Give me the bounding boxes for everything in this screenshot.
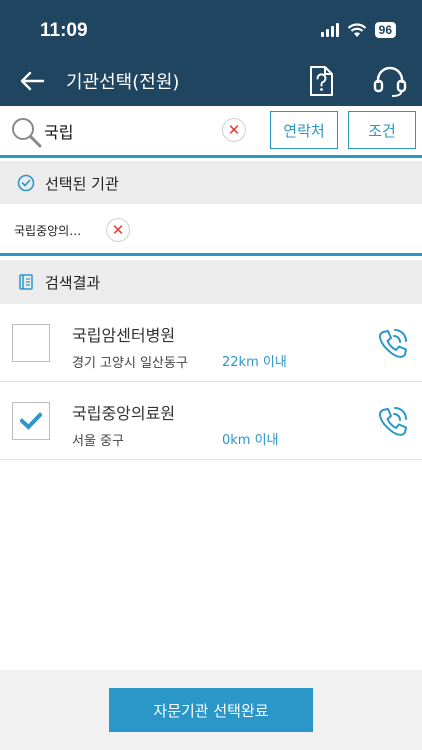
page-title: 기관선택(전원)	[66, 72, 180, 93]
result-address: 서울 중구	[72, 434, 124, 449]
document-list-icon	[17, 273, 35, 291]
result-checkbox[interactable]	[12, 402, 50, 440]
search-input[interactable]	[44, 116, 214, 146]
status-icons: 96	[320, 22, 396, 38]
support-button[interactable]	[372, 64, 408, 98]
close-icon: ✕	[222, 118, 246, 142]
remove-selected-button[interactable]: ✕	[106, 218, 130, 242]
back-button[interactable]	[14, 64, 50, 98]
selected-section-header: 선택된 기관	[0, 161, 422, 205]
help-button[interactable]	[306, 65, 336, 97]
back-arrow-icon	[20, 71, 45, 91]
checkmark-icon	[20, 412, 42, 430]
search-icon	[12, 118, 42, 148]
headset-icon	[373, 66, 407, 97]
selected-list: 국립중앙의… ✕	[0, 204, 422, 256]
submit-selection-button[interactable]: 자문기관 선택완료	[109, 688, 313, 732]
wifi-icon	[347, 22, 366, 37]
call-button[interactable]	[374, 404, 410, 440]
results-section-label: 검색결과	[45, 273, 101, 292]
clear-search-button[interactable]: ✕	[222, 118, 246, 142]
result-distance: 0km 이내	[222, 433, 279, 448]
search-bar: 연락처 조건	[0, 106, 422, 158]
battery-indicator: 96	[374, 22, 396, 38]
results-section-header: 검색결과	[0, 260, 422, 304]
result-address: 경기 고양시 일산동구	[72, 356, 188, 371]
call-button[interactable]	[374, 326, 410, 362]
condition-button[interactable]: 조건	[348, 111, 416, 149]
result-item[interactable]: 국립암센터병원 경기 고양시 일산동구 22km 이내	[0, 304, 422, 382]
phone-icon	[378, 329, 407, 358]
result-checkbox[interactable]	[12, 324, 50, 362]
check-circle-icon	[17, 174, 35, 192]
selected-chip-label: 국립중앙의…	[14, 224, 82, 238]
status-time: 11:09	[40, 20, 88, 41]
contact-button[interactable]: 연락처	[270, 111, 338, 149]
result-name: 국립암센터병원	[72, 326, 176, 345]
result-name: 국립중앙의료원	[72, 404, 176, 423]
app-bar: 기관선택(전원)	[0, 56, 422, 106]
phone-icon	[378, 407, 407, 436]
close-icon: ✕	[106, 218, 130, 242]
signal-icon	[320, 23, 339, 37]
selected-section-label: 선택된 기관	[45, 174, 119, 193]
question-document-icon	[310, 66, 333, 96]
status-bar: 11:09 96	[0, 0, 422, 56]
result-distance: 22km 이내	[222, 355, 287, 370]
footer: 자문기관 선택완료	[0, 670, 422, 750]
result-item[interactable]: 국립중앙의료원 서울 중구 0km 이내	[0, 382, 422, 460]
